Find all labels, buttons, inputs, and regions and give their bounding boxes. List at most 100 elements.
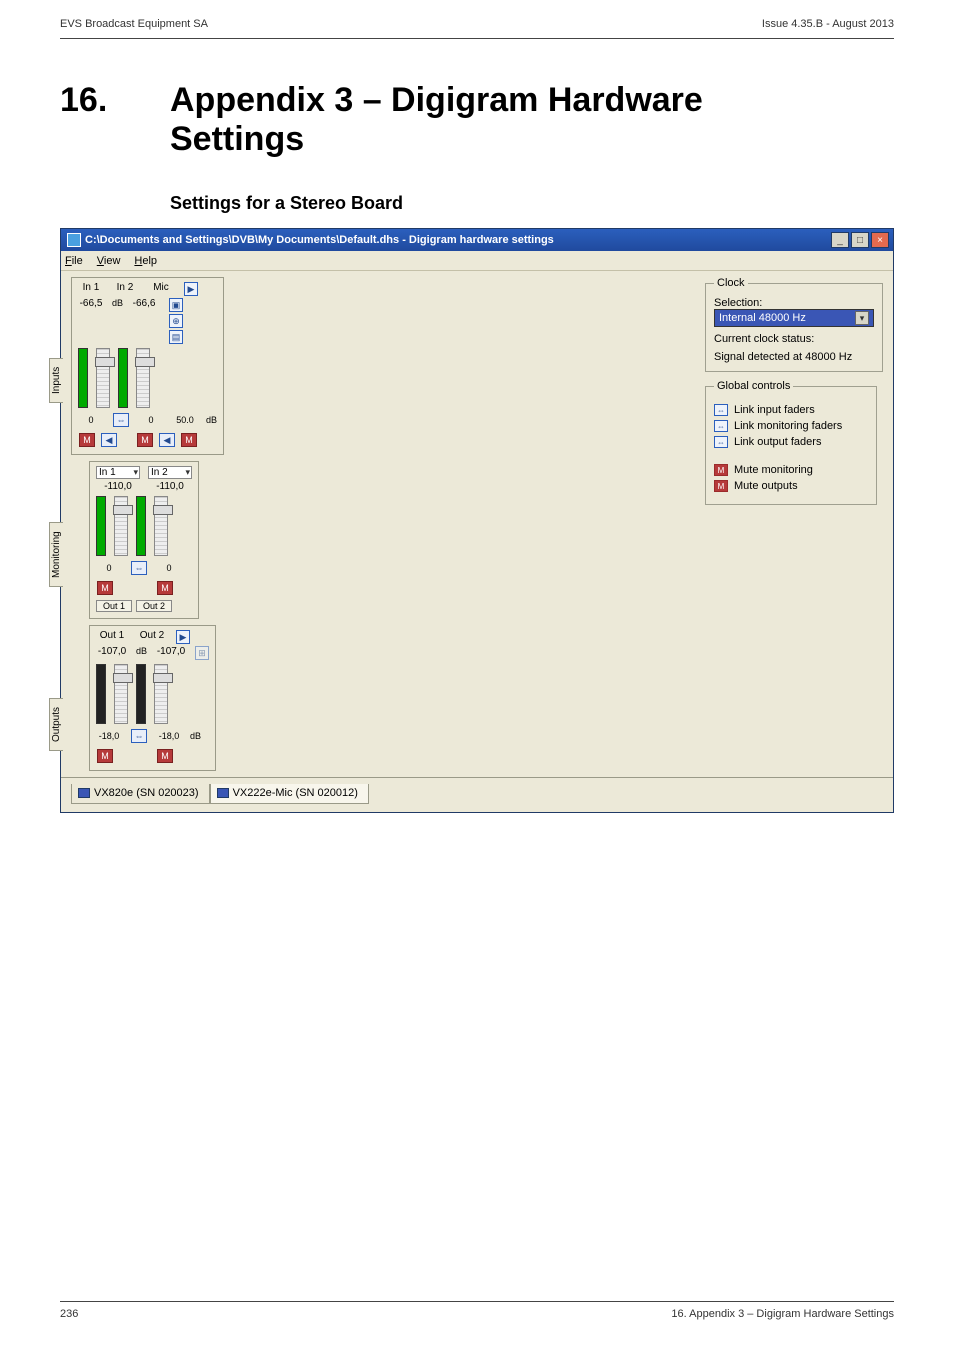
inputs-meter-2 <box>118 348 128 408</box>
monitoring-panel-row: Monitoring In 1 In 2 -110,0 -110,0 <box>67 461 227 619</box>
outputs-fader-1[interactable] <box>114 664 128 724</box>
outputs-mute-1[interactable]: M <box>97 749 113 763</box>
outputs-col-2: Out 2 <box>136 630 168 644</box>
inputs-mid-symbol: dB <box>112 298 123 344</box>
title-bar: C:\Documents and Settings\DVB\My Documen… <box>61 229 893 251</box>
link-output-icon[interactable]: ⇔ <box>714 436 728 448</box>
outputs-mid-symbol: dB <box>136 646 147 660</box>
mute-outputs-label: Mute outputs <box>734 480 798 492</box>
monitoring-mute-2[interactable]: M <box>157 581 173 595</box>
tab-vx820e[interactable]: VX820e (SN 020023) <box>71 784 210 804</box>
outputs-meter-2 <box>136 664 146 724</box>
inputs-meter-1 <box>78 348 88 408</box>
link-monitoring-icon[interactable]: ⇔ <box>714 420 728 432</box>
outputs-meter-1 <box>96 664 106 724</box>
inputs-prev-icon[interactable]: ◀ <box>101 433 117 447</box>
card-icon <box>217 788 229 798</box>
card-tabs: VX820e (SN 020023) VX222e-Mic (SN 020012… <box>61 777 893 812</box>
outputs-link-icon[interactable]: ⇔ <box>131 729 147 743</box>
inputs-expand-icon[interactable]: ▶ <box>184 282 198 296</box>
monitoring-panel: In 1 In 2 -110,0 -110,0 <box>89 461 199 619</box>
mute-monitoring-icon[interactable]: M <box>714 464 728 476</box>
menu-view[interactable]: View <box>97 255 121 267</box>
inputs-col-in2: In 2 <box>112 282 138 296</box>
chapter-title: Appendix 3 – Digigram Hardware Settings <box>170 81 703 159</box>
monitoring-out2[interactable]: Out 2 <box>136 600 172 612</box>
section-subheading: Settings for a Stereo Board <box>0 159 954 228</box>
mute-outputs-icon[interactable]: M <box>714 480 728 492</box>
inputs-link-icon[interactable]: ⇔ <box>113 413 129 427</box>
inputs-option-icon-1[interactable]: ▣ <box>169 298 183 312</box>
maximize-button[interactable]: □ <box>851 232 869 248</box>
outputs-side-label: Outputs <box>49 698 63 751</box>
link-output-label: Link output faders <box>734 436 821 448</box>
inputs-mute-1[interactable]: M <box>79 433 95 447</box>
monitoring-sel-1[interactable]: In 1 <box>96 466 140 479</box>
mute-monitoring-label: Mute monitoring <box>734 464 813 476</box>
clock-selection-dropdown[interactable]: Internal 48000 Hz ▾ <box>714 309 874 327</box>
link-input-icon[interactable]: ⇔ <box>714 404 728 416</box>
app-icon <box>67 233 81 247</box>
inputs-mute-2[interactable]: M <box>137 433 153 447</box>
clock-legend: Clock <box>714 277 748 289</box>
inputs-fader-1[interactable] <box>96 348 110 408</box>
menu-file[interactable]: File <box>65 255 83 267</box>
footer-section: 16. Appendix 3 – Digigram Hardware Setti… <box>671 1308 894 1320</box>
link-input-label: Link input faders <box>734 404 815 416</box>
inputs-bot-3: 50.0 <box>172 415 198 425</box>
clock-selection-label: Selection: <box>714 297 874 309</box>
inputs-val-2: -66,6 <box>131 298 157 344</box>
app-window: C:\Documents and Settings\DVB\My Documen… <box>60 228 894 813</box>
monitoring-val-1: -110,0 <box>96 481 140 492</box>
monitoring-sel-2[interactable]: In 2 <box>148 466 192 479</box>
menu-help[interactable]: Help <box>134 255 157 267</box>
inputs-option-icon-2[interactable]: ⊕ <box>169 314 183 328</box>
monitoring-meter-2 <box>136 496 146 556</box>
monitoring-bot-1: 0 <box>96 563 122 573</box>
outputs-panel: Out 1 Out 2 ▶ -107,0 dB -107,0 ⊞ <box>89 625 216 771</box>
monitoring-link-icon[interactable]: ⇔ <box>131 561 147 575</box>
monitoring-mute-1[interactable]: M <box>97 581 113 595</box>
header-left: EVS Broadcast Equipment SA <box>60 18 208 30</box>
outputs-option-icon[interactable]: ⊞ <box>195 646 209 660</box>
outputs-fader-2[interactable] <box>154 664 168 724</box>
outputs-val-1: -107,0 <box>96 646 128 660</box>
menu-file-label: ile <box>72 255 83 267</box>
inputs-prev-icon-2[interactable]: ◀ <box>159 433 175 447</box>
footer-rule <box>60 1301 894 1302</box>
inputs-mute-mic[interactable]: M <box>181 433 197 447</box>
header-right: Issue 4.35.B - August 2013 <box>762 18 894 30</box>
outputs-val-2: -107,0 <box>155 646 187 660</box>
inputs-panel: In 1 In 2 Mic ▶ -66,5 dB -66,6 <box>71 277 224 455</box>
card-icon <box>78 788 90 798</box>
monitoring-out1[interactable]: Out 1 <box>96 600 132 612</box>
tab-vx222e-mic[interactable]: VX222e-Mic (SN 020012) <box>210 784 369 804</box>
outputs-bot-1: -18,0 <box>96 731 122 741</box>
outputs-bot-2: -18,0 <box>156 731 182 741</box>
clock-selection-value: Internal 48000 Hz <box>719 312 806 324</box>
inputs-bot-2: 0 <box>138 415 164 425</box>
inputs-col-in1: In 1 <box>78 282 104 296</box>
dropdown-arrow-icon[interactable]: ▾ <box>855 311 869 325</box>
outputs-expand-icon[interactable]: ▶ <box>176 630 190 644</box>
monitoring-meter-1 <box>96 496 106 556</box>
monitoring-fader-1[interactable] <box>114 496 128 556</box>
inputs-option-icon-3[interactable]: ▤ <box>169 330 183 344</box>
outputs-mute-2[interactable]: M <box>157 749 173 763</box>
close-button[interactable]: × <box>871 232 889 248</box>
monitoring-fader-2[interactable] <box>154 496 168 556</box>
minimize-button[interactable]: _ <box>831 232 849 248</box>
inputs-panel-row: Inputs In 1 In 2 Mic ▶ -66,5 <box>67 277 227 455</box>
inputs-side-label: Inputs <box>49 358 63 403</box>
monitoring-val-2: -110,0 <box>148 481 192 492</box>
tab-vx820e-label: VX820e (SN 020023) <box>94 787 199 799</box>
inputs-val-1: -66,5 <box>78 298 104 344</box>
inputs-fader-2[interactable] <box>136 348 150 408</box>
inputs-db-icon: dB <box>206 415 217 425</box>
footer-page-number: 236 <box>60 1308 78 1320</box>
chapter-title-l2: Settings <box>170 120 304 158</box>
chapter-title-l1: Appendix 3 – Digigram Hardware <box>170 81 703 119</box>
window-title: C:\Documents and Settings\DVB\My Documen… <box>85 234 554 246</box>
link-monitoring-label: Link monitoring faders <box>734 420 842 432</box>
menu-bar: File View Help <box>61 251 893 271</box>
